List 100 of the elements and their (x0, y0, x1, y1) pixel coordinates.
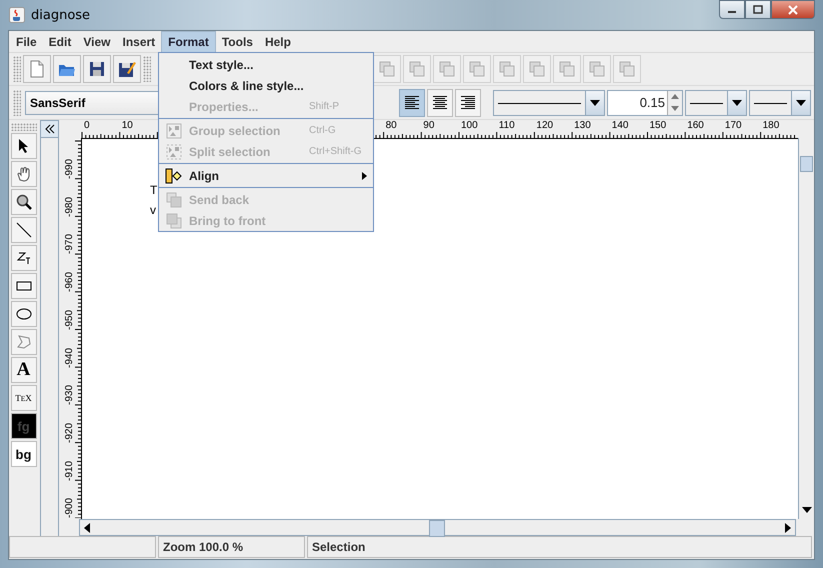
tool-button[interactable] (10, 189, 36, 215)
menu-item[interactable]: Align (159, 165, 373, 186)
ruler-label: -910 (65, 460, 75, 481)
menu-item[interactable]: Insert (116, 31, 162, 52)
maximize-icon (753, 5, 763, 14)
toolbar-grip[interactable] (10, 123, 36, 131)
arrange-icon (618, 60, 636, 78)
spin-down-icon (671, 106, 679, 111)
double-chevron-left-icon (44, 124, 54, 134)
ruler-label: -990 (65, 159, 75, 179)
magnifier-icon (16, 194, 32, 210)
arrow-style-combo[interactable] (749, 90, 811, 116)
ruler-label: 180 (762, 121, 780, 131)
align-button[interactable] (399, 88, 425, 116)
window-title: diagnose (31, 8, 90, 22)
line-width-spinner[interactable]: 0.15 (607, 90, 683, 116)
menu-item[interactable]: File (10, 31, 43, 52)
toolbar-button[interactable] (113, 55, 141, 83)
coffee-cup-icon (9, 7, 25, 23)
tool-button[interactable] (10, 161, 36, 187)
zigzag-line-icon (16, 251, 32, 265)
text-align-icon (432, 96, 448, 110)
tool-button[interactable] (10, 217, 36, 243)
ruler-label: 10 (122, 121, 133, 131)
ruler-label: -970 (65, 234, 75, 254)
ruler-label: -940 (65, 348, 75, 368)
arrange-icon (378, 60, 396, 78)
arrange-icon (528, 60, 546, 78)
horizontal-scrollbar[interactable] (79, 519, 796, 536)
ungroup-shapes-icon (166, 144, 182, 160)
ruler-label: 80 (386, 121, 397, 131)
color-button[interactable]: bg (10, 441, 36, 467)
toolbar-grip[interactable] (13, 56, 21, 82)
scroll-thumb[interactable] (429, 520, 445, 537)
collapse-button[interactable] (40, 120, 59, 138)
ruler-label: -900 (65, 498, 75, 518)
scroll-down-icon[interactable] (802, 507, 812, 513)
menu-item[interactable]: Tools (216, 31, 259, 52)
line-tool-icon (16, 222, 32, 238)
text-align-icon (460, 96, 476, 110)
tool-button[interactable] (10, 245, 36, 271)
menu-item[interactable]: Format (161, 31, 216, 52)
close-button[interactable] (771, 0, 815, 19)
menu-item[interactable]: View (77, 31, 116, 52)
group-shapes-icon (166, 122, 182, 138)
ruler-label: 0 (84, 121, 90, 131)
align-button[interactable] (455, 88, 481, 116)
menu-item[interactable]: Text style... (159, 54, 373, 75)
tool-button[interactable] (10, 273, 36, 299)
toolbar-grip[interactable] (143, 56, 151, 82)
ruler-label: 110 (498, 121, 515, 131)
canvas-text: v (150, 203, 156, 217)
spin-up-icon (671, 94, 679, 99)
text-align-icon (404, 96, 420, 110)
floppy-pencil-icon (118, 60, 136, 78)
arrow-style-combo[interactable] (685, 90, 747, 116)
dropdown-arrow-icon (732, 100, 742, 106)
ruler-label: 130 (574, 121, 591, 131)
ruler-label: -950 (65, 310, 75, 330)
pointer-arrow-icon (18, 138, 30, 154)
ruler-label: 150 (650, 121, 666, 131)
submenu-arrow-icon (362, 172, 367, 180)
ruler-label: -980 (65, 196, 75, 217)
tool-button[interactable] (10, 301, 36, 327)
scroll-right-icon[interactable] (785, 522, 791, 532)
ruler-label: 140 (612, 121, 628, 131)
mode-status: Selection (307, 536, 812, 558)
line-style-combo[interactable] (493, 90, 605, 116)
ruler-label: -920 (65, 422, 75, 443)
ruler-label: 100 (461, 121, 478, 131)
ruler-label: 170 (724, 121, 742, 131)
tool-button[interactable] (10, 133, 36, 159)
hand-icon (16, 166, 32, 182)
toolbar-button[interactable] (53, 55, 81, 83)
minimize-button[interactable] (719, 0, 745, 19)
scroll-thumb[interactable] (800, 156, 813, 172)
dropdown-arrow-icon (590, 100, 600, 106)
toolbar-grip[interactable] (13, 90, 21, 116)
new-file-icon (29, 60, 45, 78)
rectangle-tool-icon (16, 281, 32, 291)
menu-item[interactable]: Edit (42, 31, 78, 52)
arrange-icon (558, 60, 576, 78)
arrange-icon (438, 60, 456, 78)
align-button[interactable] (427, 88, 453, 116)
maximize-button[interactable] (745, 0, 771, 19)
send-back-icon (166, 192, 182, 208)
ruler-label: 90 (423, 121, 434, 131)
align-icon (165, 168, 183, 184)
menu-item[interactable]: Help (258, 31, 297, 52)
toolbar-button[interactable] (83, 55, 111, 83)
arrange-icon (468, 60, 486, 78)
scroll-left-icon[interactable] (84, 522, 90, 532)
ruler-label: -960 (65, 272, 75, 292)
ruler-label: -930 (65, 385, 75, 406)
arrange-icon (408, 60, 426, 78)
ruler-label: 120 (536, 121, 554, 131)
close-icon (787, 4, 799, 14)
arrange-icon (498, 60, 516, 78)
text-tool-button[interactable]: A (10, 357, 36, 383)
arrange-icon (588, 60, 606, 78)
